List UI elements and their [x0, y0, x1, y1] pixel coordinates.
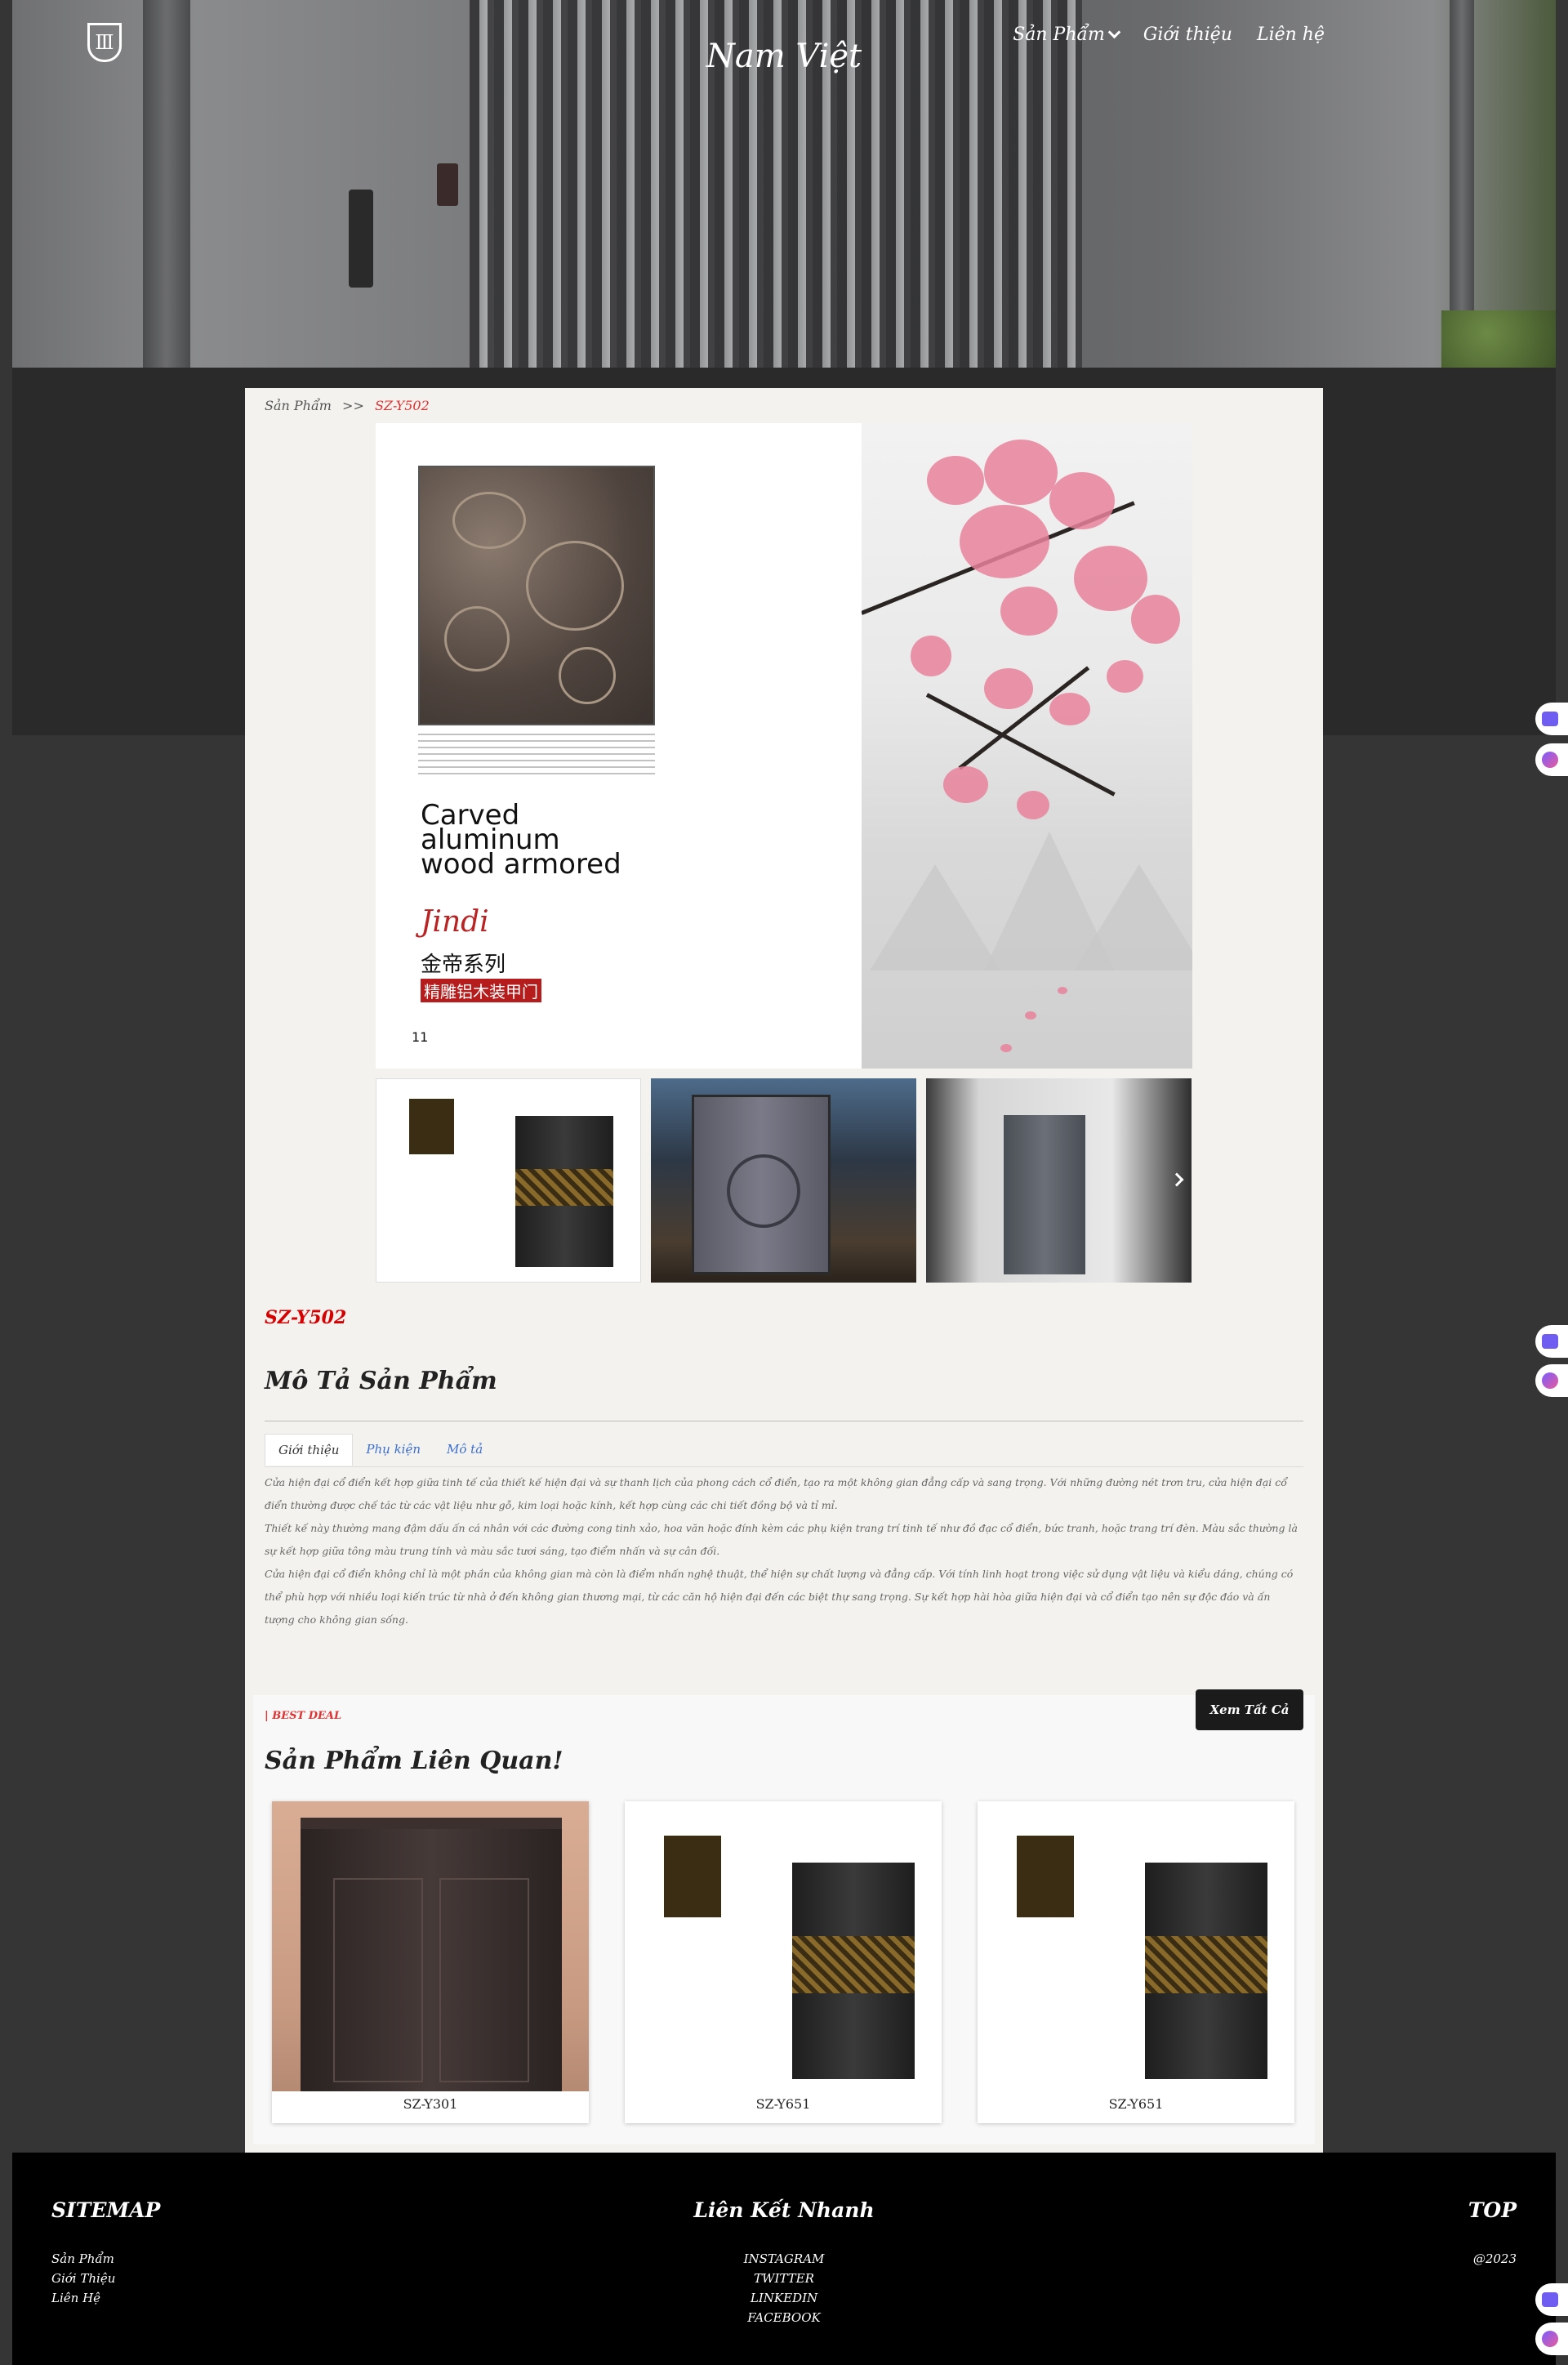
breadcrumb-current: SZ-Y502	[374, 398, 430, 413]
related-products-list: SZ-Y301 SZ-Y651 SZ-Y651	[272, 1801, 1294, 2123]
catalog-heading: Carved aluminum wood armored	[421, 799, 621, 881]
description-tabs: Giới thiệu Phụ kiện Mô tả	[265, 1434, 496, 1466]
product-card[interactable]: SZ-Y651	[625, 1801, 942, 2123]
translate-icon	[1542, 2292, 1558, 2307]
catalog-fine-print	[418, 734, 655, 774]
translate-icon	[1542, 712, 1558, 726]
product-image[interactable]	[978, 1801, 1294, 2091]
footer-quick-links: INSTAGRAM TWITTER LINKEDIN FACEBOOK	[12, 2249, 1556, 2327]
related-title: Sản Phẩm Liên Quan!	[265, 1747, 564, 1775]
tab-accessories[interactable]: Phụ kiện	[353, 1434, 434, 1466]
side-widget-button[interactable]	[1535, 2283, 1568, 2316]
nav-item-products[interactable]: Sản Phẩm	[1013, 25, 1121, 45]
description-paragraph: Thiết kế này thường mang đậm dấu ấn cá n…	[265, 1522, 1298, 1557]
product-name[interactable]: SZ-Y301	[272, 2096, 589, 2112]
back-to-top-link[interactable]: TOP	[1468, 2198, 1517, 2222]
assistant-icon	[1542, 2331, 1558, 2347]
side-widget-button[interactable]	[1535, 1325, 1568, 1358]
thumbnail[interactable]	[651, 1078, 916, 1283]
plant	[1441, 310, 1556, 368]
carved-panel-image	[418, 466, 655, 725]
description-paragraph: Cửa hiện đại cổ điển không chỉ là một ph…	[265, 1568, 1294, 1626]
best-deal-tag: | BEST DEAL	[265, 1710, 342, 1722]
thumbnail[interactable]	[376, 1078, 641, 1283]
chevron-right-icon[interactable]	[1169, 1172, 1184, 1187]
assistant-icon	[1542, 752, 1558, 768]
footer: SITEMAP Sản Phẩm Giới Thiệu Liên Hệ Liên…	[12, 2153, 1556, 2365]
side-widget-button[interactable]	[1535, 743, 1568, 776]
breadcrumb-separator: >>	[342, 398, 364, 413]
nav-item-about[interactable]: Giới thiệu	[1143, 25, 1232, 45]
chevron-down-icon[interactable]	[1107, 25, 1121, 39]
footer-link-linkedin[interactable]: LINKEDIN	[12, 2288, 1556, 2308]
footer-link-twitter[interactable]: TWITTER	[12, 2269, 1556, 2288]
door-handle	[349, 190, 373, 288]
footer-quick-title: Liên Kết Nhanh	[693, 2198, 875, 2222]
assistant-icon	[1542, 1372, 1558, 1389]
catalog-page-number: 11	[412, 1029, 429, 1045]
catalog-cn-subtitle: 精雕铝木装甲门	[421, 979, 541, 1002]
footer-link-facebook[interactable]: FACEBOOK	[12, 2308, 1556, 2327]
translate-icon	[1542, 1334, 1558, 1349]
side-widget-button[interactable]	[1535, 703, 1568, 735]
thumbnail[interactable]	[926, 1078, 1192, 1283]
product-card[interactable]: SZ-Y301	[272, 1801, 589, 2123]
tab-divider	[265, 1466, 1303, 1467]
cherry-blossom-art	[862, 423, 1192, 1069]
description-paragraph: Cửa hiện đại cổ điển kết hợp giữa tinh t…	[265, 1476, 1287, 1511]
intercom	[437, 163, 458, 206]
catalog-cn-series: 金帝系列	[421, 953, 506, 977]
thumbnail-carousel	[376, 1078, 1192, 1283]
description-heading: Mô Tả Sản Phẩm	[265, 1367, 497, 1395]
tab-intro[interactable]: Giới thiệu	[265, 1434, 354, 1466]
side-widget-button[interactable]	[1535, 1364, 1568, 1397]
tab-description[interactable]: Mô tả	[434, 1434, 496, 1466]
catalog-script-logo: Jindi	[421, 905, 489, 939]
breadcrumb: Sản Phẩm >> SZ-Y502	[265, 398, 430, 413]
nav-item-contact[interactable]: Liên hệ	[1257, 25, 1325, 45]
product-card[interactable]: SZ-Y651	[978, 1801, 1294, 2123]
product-code: SZ-Y502	[265, 1307, 347, 1328]
product-detail-panel: Sản Phẩm >> SZ-Y502 Carved aluminum wood…	[245, 388, 1323, 2153]
product-image[interactable]	[625, 1801, 942, 2091]
main-product-image[interactable]: Carved aluminum wood armored Jindi 金帝系列 …	[376, 423, 1192, 1069]
footer-link-instagram[interactable]: INSTAGRAM	[12, 2249, 1556, 2269]
product-image[interactable]	[272, 1801, 589, 2091]
catalog-page-left: Carved aluminum wood armored Jindi 金帝系列 …	[376, 423, 862, 1069]
main-nav: Sản Phẩm Giới thiệu Liên hệ	[1013, 25, 1325, 45]
site-brand[interactable]: Nam Việt	[0, 38, 1568, 75]
product-name[interactable]: SZ-Y651	[978, 2096, 1294, 2112]
breadcrumb-parent[interactable]: Sản Phẩm	[265, 398, 332, 413]
product-name[interactable]: SZ-Y651	[625, 2096, 942, 2112]
nav-item-label: Sản Phẩm	[1013, 25, 1105, 45]
side-widget-button[interactable]	[1535, 2323, 1568, 2355]
view-all-button[interactable]: Xem Tất Cả	[1196, 1689, 1303, 1730]
description-body: Cửa hiện đại cổ điển kết hợp giữa tinh t…	[265, 1471, 1303, 1631]
copyright: @2023	[1472, 2251, 1517, 2266]
